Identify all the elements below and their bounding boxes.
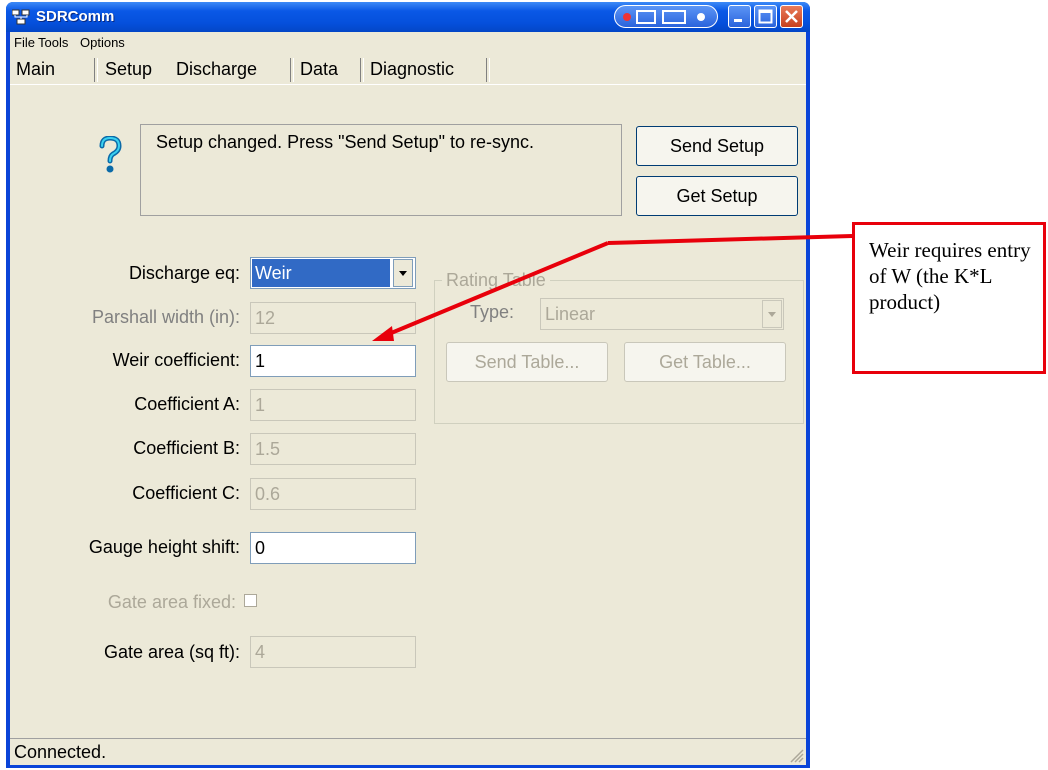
callout-text: Weir requires entry of W (the K*L produc… — [869, 238, 1031, 314]
annotation-arrow — [372, 234, 853, 341]
annotation-callout: Weir requires entry of W (the K*L produc… — [852, 222, 1046, 374]
